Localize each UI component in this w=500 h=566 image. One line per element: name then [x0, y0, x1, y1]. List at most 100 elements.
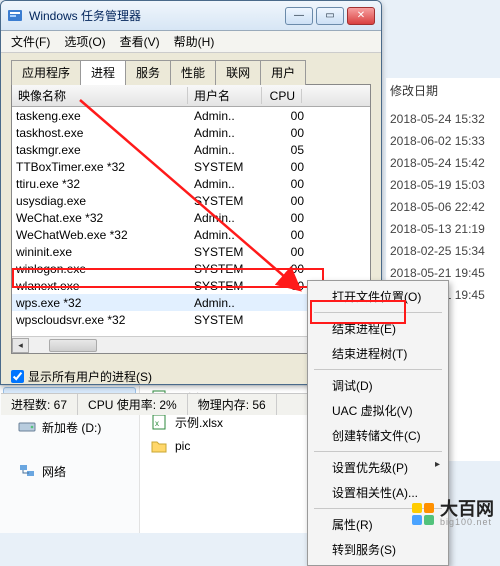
- proc-name: ttiru.exe *32: [16, 177, 194, 191]
- file-label: pic: [175, 439, 190, 453]
- proc-name: taskmgr.exe: [16, 143, 194, 157]
- proc-name: taskhost.exe: [16, 126, 194, 140]
- menu-help[interactable]: 帮助(H): [168, 31, 221, 52]
- date-value: 2018-06-02 15:33: [386, 131, 500, 153]
- date-value: 2018-02-25 15:34: [386, 241, 500, 263]
- tab-processes[interactable]: 进程: [80, 60, 126, 85]
- proc-cpu: 00: [268, 211, 304, 225]
- maximize-button[interactable]: ▭: [316, 7, 344, 25]
- table-row[interactable]: ttiru.exe *32Admin..00: [12, 175, 370, 192]
- table-row[interactable]: WeChatWeb.exe *32Admin..00: [12, 226, 370, 243]
- date-value: 2018-05-13 21:19: [386, 219, 500, 241]
- window-title: Windows 任务管理器: [29, 7, 285, 24]
- table-row[interactable]: usysdiag.exeSYSTEM00: [12, 192, 370, 209]
- proc-name: taskeng.exe: [16, 109, 194, 123]
- proc-cpu: 05: [268, 143, 304, 157]
- drive-icon: [18, 418, 36, 436]
- tab-applications[interactable]: 应用程序: [11, 60, 81, 85]
- taskmgr-icon: [7, 8, 23, 24]
- date-value: 2018-05-24 15:32: [386, 109, 500, 131]
- proc-name: wpscloudsvr.exe *32: [16, 313, 194, 327]
- col-cpu[interactable]: CPU: [262, 89, 302, 103]
- table-row[interactable]: taskhost.exeAdmin..00: [12, 124, 370, 141]
- date-value: 2018-05-24 15:42: [386, 153, 500, 175]
- logo-icon: [412, 503, 434, 525]
- ctx-goto-services[interactable]: 转到服务(S): [310, 537, 446, 562]
- ctx-set-priority[interactable]: 设置优先级(P): [310, 455, 446, 480]
- proc-user: Admin..: [194, 109, 268, 123]
- table-row[interactable]: taskmgr.exeAdmin..05: [12, 141, 370, 158]
- col-user[interactable]: 用户名: [188, 87, 262, 104]
- xlsx-icon: x: [150, 413, 168, 431]
- proc-name: usysdiag.exe: [16, 194, 194, 208]
- show-all-users-checkbox[interactable]: [11, 370, 24, 383]
- proc-name: wininit.exe: [16, 245, 194, 259]
- tree-d-drive[interactable]: 新加卷 (D:): [0, 414, 139, 440]
- tree-label: 网络: [42, 463, 66, 480]
- show-all-users-check[interactable]: 显示所有用户的进程(S): [11, 368, 152, 385]
- proc-name: WeChat.exe *32: [16, 211, 194, 225]
- scroll-thumb[interactable]: [49, 339, 97, 352]
- proc-user: SYSTEM: [194, 194, 268, 208]
- ctx-separator: [314, 369, 442, 370]
- proc-cpu: 00: [268, 228, 304, 242]
- date-value: 2018-05-19 15:03: [386, 175, 500, 197]
- watermark-logo: 大百网 big100.net: [412, 500, 494, 527]
- table-row[interactable]: WeChat.exe *32Admin..00: [12, 209, 370, 226]
- scroll-left-arrow[interactable]: ◂: [12, 338, 29, 353]
- proc-user: SYSTEM: [194, 160, 268, 174]
- menu-view[interactable]: 查看(V): [114, 31, 166, 52]
- network-icon: [18, 462, 36, 480]
- annotation-highlight-row: [12, 268, 324, 288]
- proc-name: wps.exe *32: [16, 296, 194, 310]
- table-row[interactable]: taskeng.exeAdmin..00: [12, 107, 370, 124]
- tree-label: 新加卷 (D:): [42, 419, 101, 436]
- ctx-end-process-tree[interactable]: 结束进程树(T): [310, 341, 446, 366]
- menubar: 文件(F) 选项(O) 查看(V) 帮助(H): [1, 31, 381, 53]
- ctx-uac[interactable]: UAC 虚拟化(V): [310, 398, 446, 423]
- proc-cpu: 00: [268, 177, 304, 191]
- ctx-debug[interactable]: 调试(D): [310, 373, 446, 398]
- proc-user: Admin..: [194, 177, 268, 191]
- proc-user: Admin..: [194, 126, 268, 140]
- proc-user: SYSTEM: [194, 313, 268, 327]
- minimize-button[interactable]: —: [285, 7, 313, 25]
- menu-options[interactable]: 选项(O): [58, 31, 111, 52]
- annotation-highlight-end: [310, 300, 406, 324]
- status-cpu: CPU 使用率: 2%: [78, 394, 188, 415]
- tab-users[interactable]: 用户: [260, 60, 306, 85]
- proc-cpu: 00: [268, 126, 304, 140]
- close-button[interactable]: ✕: [347, 7, 375, 25]
- menu-file[interactable]: 文件(F): [5, 31, 56, 52]
- show-all-users-label: 显示所有用户的进程(S): [28, 368, 152, 385]
- tab-network[interactable]: 联网: [215, 60, 261, 85]
- proc-cpu: 00: [268, 160, 304, 174]
- ctx-separator: [314, 451, 442, 452]
- proc-cpu: 00: [268, 109, 304, 123]
- table-row[interactable]: wininit.exeSYSTEM00: [12, 243, 370, 260]
- logo-text-en: big100.net: [440, 518, 494, 527]
- tab-services[interactable]: 服务: [125, 60, 171, 85]
- titlebar[interactable]: Windows 任务管理器 — ▭ ✕: [1, 1, 381, 31]
- column-headers: 映像名称 用户名 CPU: [12, 85, 370, 107]
- proc-cpu: 00: [268, 194, 304, 208]
- proc-user: Admin..: [194, 296, 268, 310]
- proc-cpu: 00: [268, 245, 304, 259]
- col-image-name[interactable]: 映像名称: [12, 87, 188, 104]
- proc-name: TTBoxTimer.exe *32: [16, 160, 194, 174]
- svg-text:x: x: [155, 419, 159, 428]
- table-row[interactable]: TTBoxTimer.exe *32SYSTEM00: [12, 158, 370, 175]
- proc-name: WeChatWeb.exe *32: [16, 228, 194, 242]
- proc-user: SYSTEM: [194, 245, 268, 259]
- proc-user: Admin..: [194, 228, 268, 242]
- status-mem: 物理内存: 56: [188, 394, 277, 415]
- dates-header[interactable]: 修改日期: [386, 78, 500, 109]
- tab-performance[interactable]: 性能: [170, 60, 216, 85]
- tree-network[interactable]: 网络: [0, 458, 139, 484]
- logo-text-cn: 大百网: [440, 500, 494, 518]
- folder-icon: [150, 437, 168, 455]
- tabstrip: 应用程序 进程 服务 性能 联网 用户: [11, 59, 375, 84]
- date-value: 2018-05-06 22:42: [386, 197, 500, 219]
- proc-user: Admin..: [194, 143, 268, 157]
- ctx-create-dump[interactable]: 创建转储文件(C): [310, 423, 446, 448]
